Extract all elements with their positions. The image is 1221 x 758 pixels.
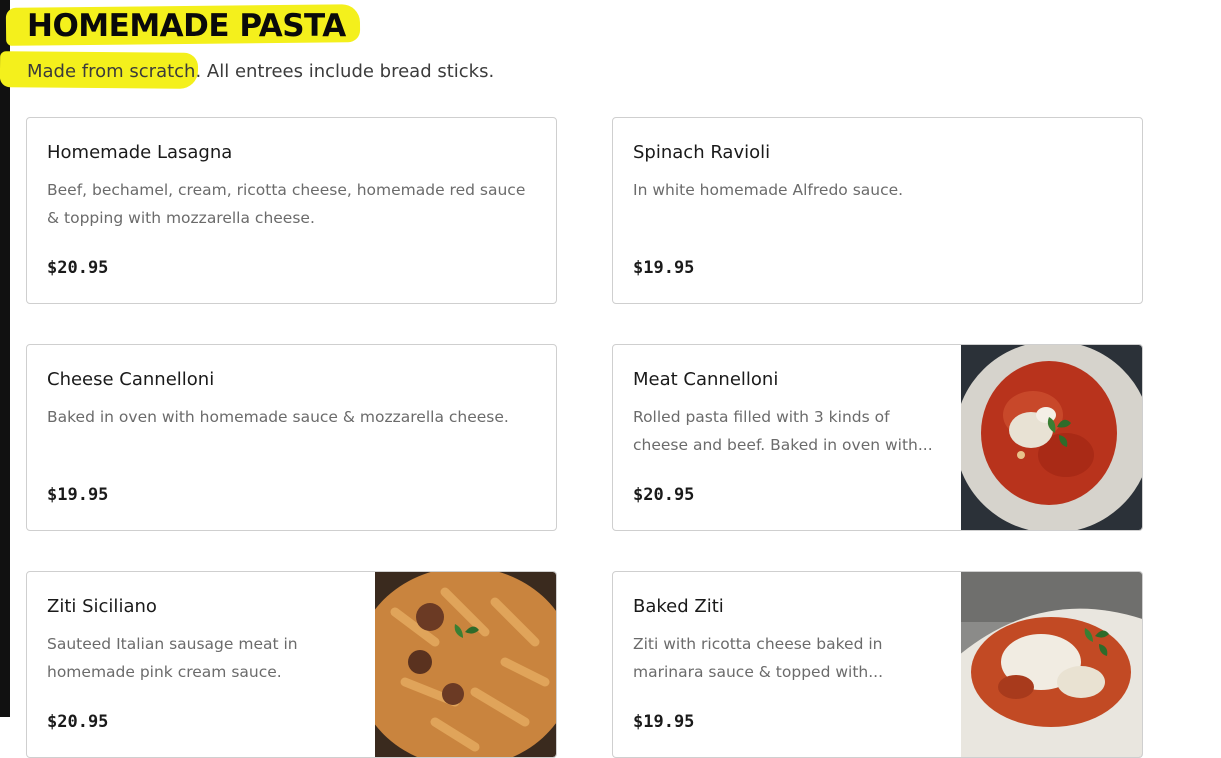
menu-item-card-spinach-ravioli[interactable]: Spinach Ravioli In white homemade Alfred… (612, 117, 1143, 304)
menu-item-name: Homemade Lasagna (47, 142, 233, 163)
menu-item-name: Ziti Siciliano (47, 596, 157, 617)
menu-item-description: Beef, bechamel, cream, ricotta cheese, h… (47, 181, 526, 227)
menu-item-description: Sauteed Italian sausage meat in homemade… (47, 635, 298, 681)
menu-item-price: $19.95 (47, 485, 109, 505)
menu-item-name: Baked Ziti (633, 596, 724, 617)
menu-item-name: Cheese Cannelloni (47, 369, 215, 390)
menu-item-price: $19.95 (633, 258, 695, 278)
menu-item-card-homemade-lasagna[interactable]: Homemade Lasagna Beef, bechamel, cream, … (26, 117, 557, 304)
menu-item-description: Ziti with ricotta cheese baked in marina… (633, 635, 883, 681)
menu-item-name: Meat Cannelloni (633, 369, 779, 390)
menu-item-card-baked-ziti[interactable]: Baked Ziti Ziti with ricotta cheese bake… (612, 571, 1143, 758)
baked-ziti-photo[interactable] (961, 572, 1142, 757)
section-title: HOMEMADE PASTA (27, 8, 346, 44)
menu-item-card-ziti-siciliano[interactable]: Ziti Siciliano Sauteed Italian sausage m… (26, 571, 557, 758)
left-edge-bar (0, 0, 10, 717)
menu-item-description: In white homemade Alfredo sauce. (633, 181, 904, 199)
menu-item-card-cheese-cannelloni[interactable]: Cheese Cannelloni Baked in oven with hom… (26, 344, 557, 531)
meat-cannelloni-photo[interactable] (961, 345, 1142, 530)
menu-item-price: $20.95 (47, 712, 109, 732)
menu-item-price: $20.95 (633, 485, 695, 505)
menu-item-price: $20.95 (47, 258, 109, 278)
section-subtitle: Made from scratch. All entrees include b… (27, 61, 495, 82)
ziti-siciliano-photo[interactable] (375, 572, 556, 757)
menu-item-description: Rolled pasta filled with 3 kinds of chee… (633, 408, 933, 454)
menu-item-description: Baked in oven with homemade sauce & mozz… (47, 408, 509, 426)
menu-item-card-meat-cannelloni[interactable]: Meat Cannelloni Rolled pasta filled with… (612, 344, 1143, 531)
menu-item-price: $19.95 (633, 712, 695, 732)
menu-item-name: Spinach Ravioli (633, 142, 771, 163)
